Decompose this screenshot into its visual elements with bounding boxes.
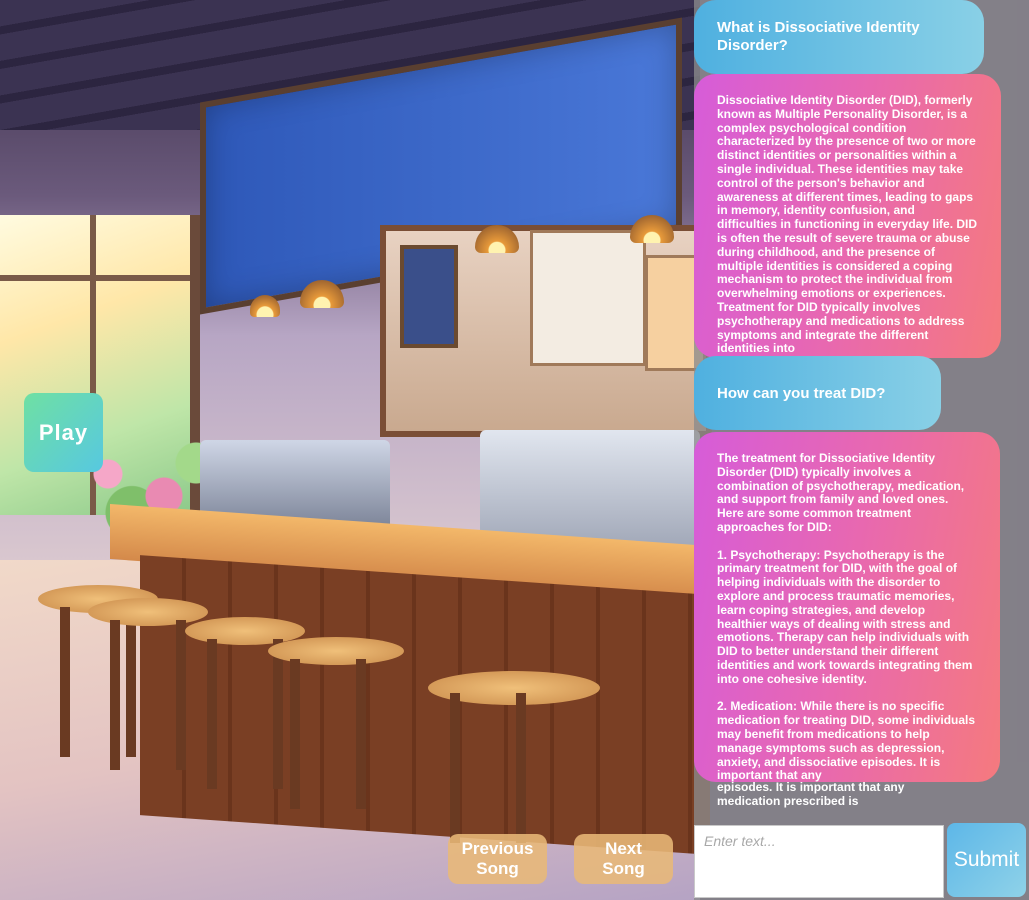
submit-button[interactable]: Submit bbox=[947, 823, 1026, 897]
bar-stool bbox=[268, 637, 404, 809]
picture-frame bbox=[400, 245, 458, 348]
user-question-bubble: What is Dissociative Identity Disorder? bbox=[694, 0, 984, 74]
play-button[interactable]: Play bbox=[24, 393, 103, 472]
bar-stool bbox=[88, 598, 208, 770]
previous-song-button[interactable]: Previous Song bbox=[448, 834, 547, 884]
menu-poster bbox=[530, 230, 646, 366]
chat-text-input[interactable] bbox=[702, 832, 940, 850]
bar-stool bbox=[428, 671, 600, 843]
chat-input-container bbox=[694, 825, 944, 898]
user-question-bubble: How can you treat DID? bbox=[694, 356, 941, 430]
assistant-answer-bubble: The treatment for Dissociative Identity … bbox=[694, 432, 1000, 782]
assistant-answer-bubble: Dissociative Identity Disorder (DID), fo… bbox=[694, 74, 1001, 358]
hanging-lamp bbox=[250, 295, 280, 317]
answer-overflow-text: episodes. It is important that any medic… bbox=[717, 780, 905, 808]
next-song-button[interactable]: Next Song bbox=[574, 834, 673, 884]
